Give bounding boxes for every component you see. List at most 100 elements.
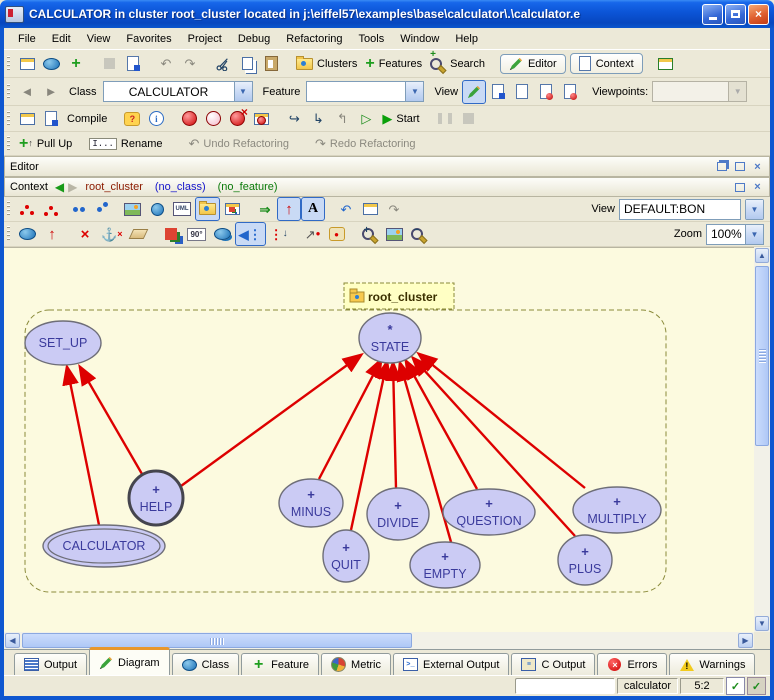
inheritance-links-icon[interactable]: ↑	[277, 197, 301, 221]
scroll-up-icon[interactable]: ▲	[755, 248, 769, 263]
class-combobox-arrow-icon[interactable]: ▼	[234, 82, 252, 101]
menu-view[interactable]: View	[79, 30, 119, 48]
context-class-crumb[interactable]: (no_class)	[155, 181, 206, 193]
new-feature-icon[interactable]: +	[64, 52, 88, 76]
step-out-icon[interactable]: ↰	[330, 107, 354, 131]
menu-tools[interactable]: Tools	[351, 30, 393, 48]
vertical-scrollbar[interactable]: ▲ ▼	[754, 247, 770, 632]
zoom-combobox[interactable]: 100% ▼	[706, 224, 764, 245]
cut-icon[interactable]	[211, 52, 235, 76]
minimize-button[interactable]	[702, 4, 723, 25]
menu-edit[interactable]: Edit	[44, 30, 79, 48]
editor-maximize-icon[interactable]	[732, 160, 747, 173]
inheritance-link-multiply-to-state[interactable]	[419, 354, 585, 488]
clusters-button[interactable]: Clusters	[292, 52, 361, 76]
new-class-tool-icon[interactable]	[15, 222, 40, 246]
context-forward-icon[interactable]: ▶	[68, 180, 77, 194]
scroll-left-icon[interactable]: ◀	[5, 633, 20, 648]
diagram-undo-icon[interactable]: ↶	[334, 197, 358, 221]
zoom-out-icon[interactable]: −	[407, 222, 431, 246]
inheritance-link-help-to-set_up[interactable]	[80, 367, 142, 474]
diagram-canvas[interactable]: root_clusterSET_UP*STATE+HELPCALCULATOR+…	[4, 247, 754, 633]
fit-to-screen-icon[interactable]	[382, 222, 407, 246]
uml-view-icon[interactable]: UML	[169, 197, 195, 221]
cluster-hierarchy-icon[interactable]	[39, 197, 63, 221]
viewpoints-combobox[interactable]: ▼	[652, 81, 747, 102]
back-icon[interactable]: ◄	[15, 80, 39, 104]
suppliers-icon[interactable]	[63, 197, 87, 221]
diagram-view-combobox[interactable]: DEFAULT:BON	[619, 199, 741, 220]
context-toggle-button[interactable]: Context	[570, 53, 643, 74]
forward-icon[interactable]: ►	[39, 80, 63, 104]
zoom-in-icon[interactable]: +	[358, 222, 382, 246]
diagram-history-icon[interactable]	[358, 197, 382, 221]
rotate-icon[interactable]: 90°	[183, 222, 209, 246]
menu-file[interactable]: File	[10, 30, 44, 48]
tab-external-output[interactable]: >_ External Output	[393, 653, 509, 675]
clickable-view-icon[interactable]	[510, 80, 534, 104]
context-cluster-crumb[interactable]: root_cluster	[85, 181, 142, 193]
rename-button[interactable]: I... Rename	[85, 132, 166, 156]
zoom-combobox-arrow-icon[interactable]: ▼	[745, 225, 763, 244]
pull-up-button[interactable]: +↑ Pull Up	[15, 132, 76, 156]
run-ignore-breakpoints-icon[interactable]: ▷	[354, 107, 378, 131]
tab-diagram[interactable]: Diagram	[89, 647, 170, 675]
class-node-state[interactable]	[359, 313, 421, 363]
project-settings-icon[interactable]	[15, 107, 39, 131]
editor-close-icon[interactable]: ×	[750, 160, 765, 173]
clients-icon[interactable]	[87, 197, 111, 221]
breakpoints-toggle-icon[interactable]	[201, 107, 225, 131]
editor-view-icon[interactable]	[462, 80, 486, 104]
tab-feature[interactable]: + Feature	[241, 653, 319, 675]
link-tool-icon[interactable]: ↗●	[301, 222, 325, 246]
diagram-redo-icon[interactable]: ↷	[382, 197, 406, 221]
menu-project[interactable]: Project	[180, 30, 230, 48]
toolbar-grip[interactable]	[7, 226, 10, 242]
scroll-right-icon[interactable]: ▶	[738, 633, 753, 648]
class-node-plus[interactable]	[558, 535, 612, 585]
fan-depth-icon[interactable]: ◀⋮	[235, 222, 266, 246]
force-layout-icon[interactable]	[210, 222, 235, 246]
redo-icon[interactable]: ↷	[178, 52, 202, 76]
tab-output[interactable]: Output	[14, 653, 87, 675]
compile-button[interactable]: Compile	[63, 107, 111, 131]
editor-dock-icon[interactable]	[714, 160, 729, 173]
export-png-icon[interactable]	[120, 197, 145, 221]
save-all-icon[interactable]	[121, 52, 145, 76]
tab-class[interactable]: Class	[172, 653, 240, 675]
class-hierarchy-icon[interactable]	[15, 197, 39, 221]
color-legend-icon[interactable]	[220, 197, 244, 221]
editor-toggle-button[interactable]: Editor	[500, 54, 566, 74]
diagram-view-dropdown-button[interactable]: ▼	[745, 199, 764, 220]
new-class-icon[interactable]	[39, 52, 64, 76]
labels-toggle-icon[interactable]: A	[301, 197, 325, 221]
context-feature-crumb[interactable]: (no_feature)	[218, 181, 278, 193]
tab-warnings[interactable]: ! Warnings	[669, 653, 755, 675]
tab-c-output[interactable]: ≡ C Output	[511, 653, 595, 675]
toolbar-grip[interactable]	[7, 111, 10, 127]
todo-tool-icon[interactable]: ●	[325, 222, 349, 246]
tab-errors[interactable]: × Errors	[597, 653, 667, 675]
eraser-icon[interactable]	[126, 222, 150, 246]
close-button[interactable]: ×	[748, 4, 769, 25]
cluster-legend-icon[interactable]	[195, 197, 220, 221]
feature-combobox-arrow-icon[interactable]: ▼	[405, 82, 423, 101]
undo-icon[interactable]: ↶	[154, 52, 178, 76]
interface-view-icon[interactable]	[558, 80, 582, 104]
tab-metric[interactable]: Metric	[321, 653, 391, 675]
debug-run-icon[interactable]	[177, 107, 201, 131]
discover-icon[interactable]: ?	[120, 107, 144, 131]
horizontal-scroll-thumb[interactable]	[22, 633, 412, 648]
melt-icon[interactable]	[39, 107, 63, 131]
start-button[interactable]: ▶ Start	[378, 107, 423, 131]
scroll-down-icon[interactable]: ▼	[755, 616, 769, 631]
copy-icon[interactable]	[235, 52, 259, 76]
menu-help[interactable]: Help	[447, 30, 486, 48]
save-icon[interactable]	[97, 52, 121, 76]
class-node-help[interactable]	[129, 471, 183, 525]
new-inheritance-link-tool-icon[interactable]: ↑	[40, 222, 64, 246]
context-close-icon[interactable]: ×	[750, 181, 765, 194]
step-into-icon[interactable]: ↳	[306, 107, 330, 131]
features-button[interactable]: + Features	[361, 52, 426, 76]
class-combobox[interactable]: CALCULATOR ▼	[103, 81, 253, 102]
